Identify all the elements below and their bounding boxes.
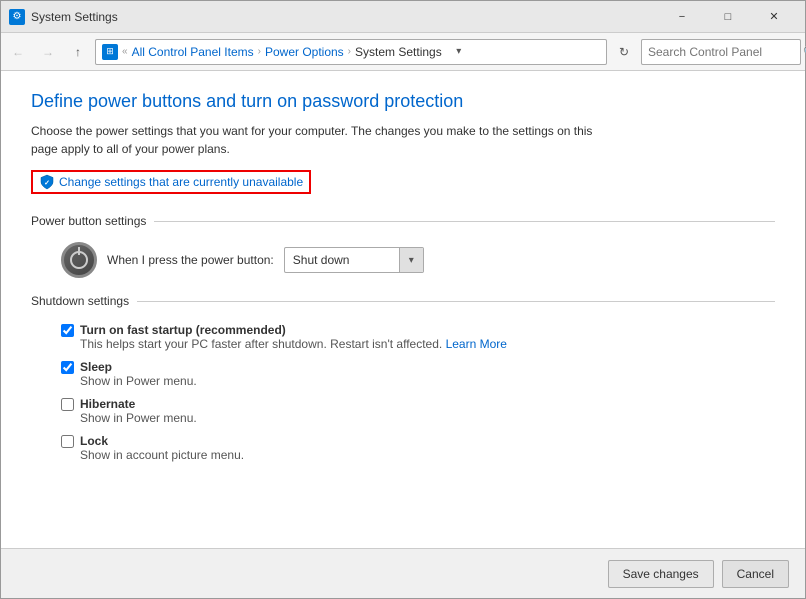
window: ⚙ System Settings − □ ✕ ← → ↑ ⊞ « All Co… — [0, 0, 806, 599]
content: Define power buttons and turn on passwor… — [1, 71, 805, 598]
fast-startup-checkbox[interactable] — [61, 324, 74, 337]
page-desc-line1: Choose the power settings that you want … — [31, 124, 592, 138]
main-content: Define power buttons and turn on passwor… — [1, 71, 805, 548]
title-bar-controls: − □ ✕ — [659, 1, 797, 33]
divider1 — [154, 221, 775, 222]
lock-content: Lock Show in account picture menu. — [80, 433, 244, 462]
address-bar: ← → ↑ ⊞ « All Control Panel Items › Powe… — [1, 33, 805, 71]
shutdown-section: Shutdown settings Turn on fast startup (… — [31, 294, 775, 462]
list-item: Turn on fast startup (recommended) This … — [61, 322, 775, 351]
shutdown-section-header: Shutdown settings — [31, 294, 775, 308]
hibernate-content: Hibernate Show in Power menu. — [80, 396, 197, 425]
power-button-section-header: Power button settings — [31, 214, 775, 228]
fast-startup-desc-text: This helps start your PC faster after sh… — [80, 337, 442, 351]
refresh-button[interactable]: ↻ — [611, 39, 637, 65]
page-desc-line2: page apply to all of your power plans. — [31, 142, 230, 156]
hibernate-desc: Show in Power menu. — [80, 411, 197, 425]
minimize-button[interactable]: − — [659, 1, 705, 33]
sep1: « — [122, 46, 128, 57]
sep3: › — [348, 46, 351, 57]
fast-startup-label[interactable]: Turn on fast startup (recommended) — [80, 323, 286, 337]
list-item: Sleep Show in Power menu. — [61, 359, 775, 388]
fast-startup-content: Turn on fast startup (recommended) This … — [80, 322, 507, 351]
power-button-section-label: Power button settings — [31, 214, 146, 228]
page-title: Define power buttons and turn on passwor… — [31, 91, 775, 112]
shutdown-section-label: Shutdown settings — [31, 294, 129, 308]
breadcrumb: ⊞ « All Control Panel Items › Power Opti… — [95, 39, 607, 65]
list-item: Lock Show in account picture menu. — [61, 433, 775, 462]
page-description: Choose the power settings that you want … — [31, 122, 611, 158]
title-bar: ⚙ System Settings − □ ✕ — [1, 1, 805, 33]
list-item: Hibernate Show in Power menu. — [61, 396, 775, 425]
power-icon-inner — [70, 251, 88, 269]
sleep-content: Sleep Show in Power menu. — [80, 359, 197, 388]
power-dropdown-arrow: ▾ — [399, 248, 423, 272]
power-button-dropdown[interactable]: Shut down ▾ — [284, 247, 424, 273]
cancel-button[interactable]: Cancel — [722, 560, 789, 588]
search-box: 🔍 — [641, 39, 801, 65]
fast-startup-desc: This helps start your PC faster after sh… — [80, 337, 507, 351]
close-button[interactable]: ✕ — [751, 1, 797, 33]
breadcrumb-dropdown-button[interactable]: ▾ — [446, 39, 472, 65]
search-input[interactable] — [648, 45, 803, 59]
divider2 — [137, 301, 775, 302]
breadcrumb-current: System Settings — [355, 45, 442, 59]
sleep-checkbox[interactable] — [61, 361, 74, 374]
breadcrumb-icon: ⊞ — [102, 44, 118, 60]
back-button[interactable]: ← — [5, 39, 31, 65]
maximize-button[interactable]: □ — [705, 1, 751, 33]
lock-label[interactable]: Lock — [80, 434, 108, 448]
power-dropdown-value: Shut down — [285, 253, 399, 267]
hibernate-label[interactable]: Hibernate — [80, 397, 135, 411]
breadcrumb-link-poweroptions[interactable]: Power Options — [265, 45, 344, 59]
window-title: System Settings — [31, 10, 659, 24]
shield-icon: ✓ — [39, 174, 55, 190]
power-icon — [61, 242, 97, 278]
sleep-label[interactable]: Sleep — [80, 360, 112, 374]
change-settings-link[interactable]: ✓ Change settings that are currently una… — [31, 170, 311, 194]
window-icon: ⚙ — [9, 9, 25, 25]
power-button-row: When I press the power button: Shut down… — [61, 242, 775, 278]
change-settings-text: Change settings that are currently unava… — [59, 175, 303, 189]
up-button[interactable]: ↑ — [65, 39, 91, 65]
power-button-label: When I press the power button: — [107, 253, 274, 267]
hibernate-checkbox[interactable] — [61, 398, 74, 411]
save-changes-button[interactable]: Save changes — [608, 560, 714, 588]
sep2: › — [258, 46, 261, 57]
sleep-desc: Show in Power menu. — [80, 374, 197, 388]
breadcrumb-link-controlpanel[interactable]: All Control Panel Items — [132, 45, 254, 59]
forward-button[interactable]: → — [35, 39, 61, 65]
lock-checkbox[interactable] — [61, 435, 74, 448]
learn-more-link[interactable]: Learn More — [446, 337, 507, 351]
bottom-bar: Save changes Cancel — [1, 548, 805, 598]
svg-text:✓: ✓ — [44, 180, 50, 187]
lock-desc: Show in account picture menu. — [80, 448, 244, 462]
